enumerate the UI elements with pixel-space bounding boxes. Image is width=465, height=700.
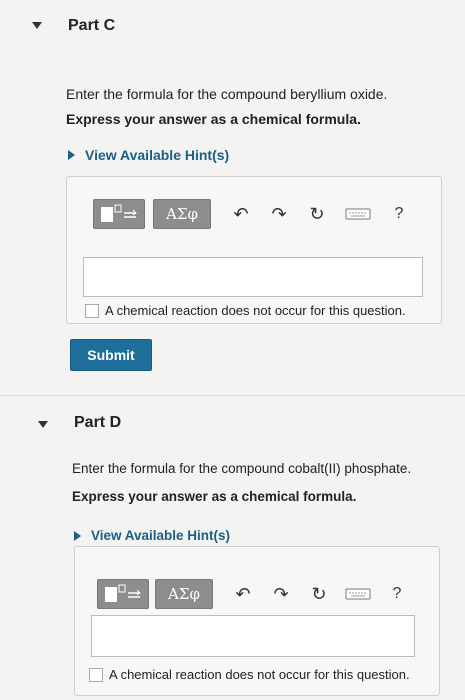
part-d-redo-icon[interactable]: ↷ [269, 584, 293, 605]
part-c-template-button[interactable] [93, 199, 145, 229]
part-d-help-icon[interactable]: ? [385, 585, 409, 603]
part-c-answer-input[interactable] [83, 257, 423, 297]
part-c-no-reaction-label: A chemical reaction does not occur for t… [105, 303, 406, 318]
part-c-undo-icon[interactable]: ↶ [229, 204, 253, 225]
expand-triangle-icon [74, 530, 81, 541]
part-c-symbols-button[interactable]: ΑΣφ [153, 199, 211, 229]
part-c-instruction: Express your answer as a chemical formul… [66, 111, 361, 127]
part-d-hint-label: View Available Hint(s) [91, 528, 231, 543]
part-d-symbols-button[interactable]: ΑΣφ [155, 579, 213, 609]
part-d-no-reaction-label: A chemical reaction does not occur for t… [109, 667, 410, 682]
part-c-no-reaction-row[interactable]: A chemical reaction does not occur for t… [85, 303, 406, 318]
part-d-title[interactable]: Part D [74, 414, 121, 432]
part-d-template-button[interactable] [97, 579, 149, 609]
part-c-title[interactable]: Part C [68, 17, 115, 35]
part-d-prompt: Enter the formula for the compound cobal… [72, 461, 412, 476]
part-c-no-reaction-checkbox[interactable] [85, 303, 99, 318]
part-d-answer-panel: ΑΣφ ↶ ↷ ↻ ? A chemical reaction does not… [74, 546, 440, 696]
part-c-submit-button[interactable]: Submit [70, 339, 152, 371]
template-icon [101, 204, 137, 222]
part-c-help-icon[interactable]: ? [387, 205, 411, 223]
part-d-no-reaction-row[interactable]: A chemical reaction does not occur for t… [89, 667, 410, 682]
part-d-reset-icon[interactable]: ↻ [307, 584, 331, 605]
template-icon [105, 584, 141, 602]
part-c-keyboard-icon[interactable] [343, 207, 373, 221]
part-c-toolbar: ΑΣφ ↶ ↷ ↻ ? [93, 199, 411, 229]
part-d-keyboard-icon[interactable] [343, 587, 373, 601]
expand-triangle-icon [68, 150, 75, 160]
part-c-hint-label: View Available Hint(s) [85, 147, 230, 163]
part-d-toolbar: ΑΣφ ↶ ↷ ↻ ? [97, 579, 409, 609]
part-d-undo-icon[interactable]: ↶ [231, 584, 255, 605]
part-c-collapse-caret-icon[interactable] [32, 22, 42, 29]
part-c-prompt: Enter the formula for the compound beryl… [66, 86, 388, 102]
part-d-no-reaction-checkbox[interactable] [89, 667, 103, 682]
part-c-hint-link[interactable]: View Available Hint(s) [68, 147, 229, 163]
part-d-hint-link[interactable]: View Available Hint(s) [74, 528, 230, 543]
part-d-answer-input[interactable] [91, 615, 415, 657]
part-d-instruction: Express your answer as a chemical formul… [72, 489, 357, 504]
part-c-reset-icon[interactable]: ↻ [305, 204, 329, 225]
section-divider [0, 395, 465, 396]
part-c-answer-panel: ΑΣφ ↶ ↷ ↻ ? A chemical reaction does not… [66, 176, 442, 324]
part-d-collapse-caret-icon[interactable] [38, 421, 48, 428]
part-c-redo-icon[interactable]: ↷ [267, 204, 291, 225]
